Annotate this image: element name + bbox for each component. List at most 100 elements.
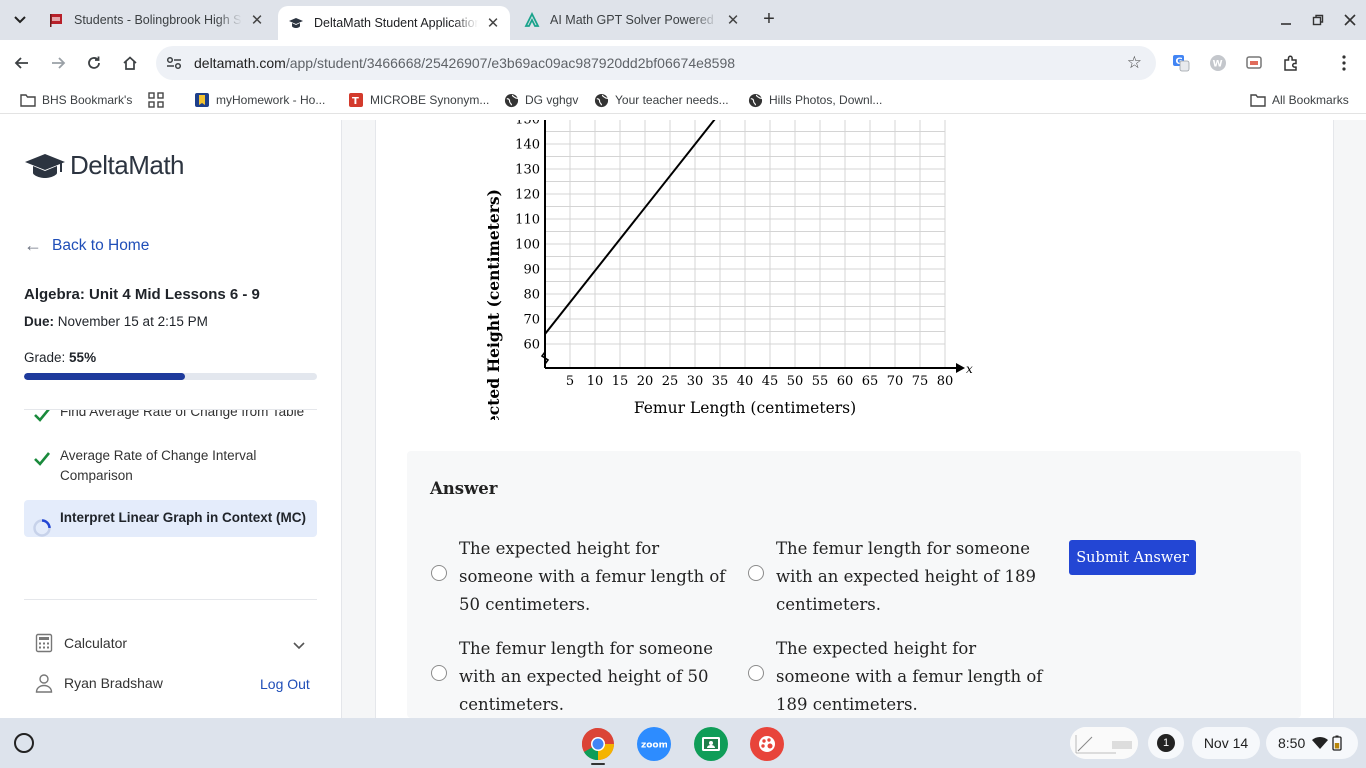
site-info-icon[interactable] [165, 56, 183, 70]
time-text: 8:50 [1278, 735, 1306, 751]
chart-tick-labels: 5 10 15 20 25 30 35 40 45 50 55 60 65 70 75 80 60 70 80 90 1… [515, 120, 953, 389]
y-tick-label: 150 [515, 120, 540, 128]
tab-strip: Students - Bolingbrook High School ✕ Del… [0, 0, 1366, 40]
home-button[interactable] [118, 51, 142, 75]
globe-icon [747, 92, 763, 108]
answer-choice-3[interactable]: The femur length for someone with an exp… [431, 635, 731, 719]
reload-button[interactable] [82, 51, 106, 75]
bookmark-label: myHomework - Ho... [216, 93, 326, 107]
skill-item[interactable]: Find Average Rate of Change from Table [24, 410, 317, 434]
bookmark-hills[interactable]: Hills Photos, Downl... [747, 86, 882, 114]
thesaurus-icon: T [348, 92, 364, 108]
deltamath-logo[interactable]: DeltaMath [24, 150, 185, 181]
calculator-toggle[interactable]: Calculator [34, 633, 127, 653]
x-tick-label: 75 [912, 374, 929, 389]
page: DeltaMath ← Back to Home Algebra: Unit 4… [0, 120, 1366, 718]
more-menu-icon[interactable] [1334, 53, 1354, 73]
answer-choice-4[interactable]: The expected height for someone with a f… [748, 635, 1048, 719]
school-flag-icon [48, 12, 64, 28]
chrome-icon[interactable] [581, 727, 615, 761]
translate-extension-icon[interactable]: G [1171, 53, 1191, 73]
tab-title: Students - Bolingbrook High School [74, 13, 242, 27]
forward-button[interactable] [46, 51, 70, 75]
close-icon[interactable]: ✕ [248, 11, 266, 29]
status-area[interactable]: 8:50 [1266, 727, 1358, 759]
active-app-indicator [591, 763, 605, 765]
classroom-icon[interactable] [694, 727, 728, 761]
os-shelf: zoom 1 Nov 14 8:50 [0, 718, 1366, 768]
x-axis-label: Femur Length (centimeters) [634, 399, 856, 417]
grade-progress-bar [24, 373, 317, 380]
tab-students[interactable]: Students - Bolingbrook High School ✕ [38, 0, 274, 40]
chart-axes [540, 120, 965, 373]
x-tick-label: 35 [712, 374, 729, 389]
answer-choice-2[interactable]: The femur length for someone with an exp… [748, 535, 1048, 619]
close-window-button[interactable] [1338, 8, 1362, 32]
log-out-link[interactable]: Log Out [260, 676, 310, 692]
close-icon[interactable]: ✕ [724, 11, 742, 29]
logo-text: DeltaMath [70, 150, 185, 180]
back-button[interactable] [10, 51, 34, 75]
bookmark-myhomework[interactable]: myHomework - Ho... [194, 86, 325, 114]
notification-count: 1 [1157, 734, 1175, 752]
ai-math-icon [524, 12, 540, 28]
new-tab-button[interactable]: + [758, 9, 780, 31]
tab-title: AI Math GPT Solver Powered by [550, 13, 718, 27]
tab-search-button[interactable] [8, 8, 32, 32]
screen-capture-thumbnail[interactable] [1070, 727, 1138, 759]
skill-item[interactable]: Average Rate of Change Interval Comparis… [24, 434, 317, 500]
date-pill[interactable]: Nov 14 [1192, 727, 1260, 759]
x-axis-variable: x [966, 362, 973, 376]
address-bar[interactable]: deltamath.com/app/student/3466668/254269… [156, 46, 1156, 80]
paint-icon[interactable] [750, 727, 784, 761]
sidebar: DeltaMath ← Back to Home Algebra: Unit 4… [0, 120, 342, 718]
bookmark-bhs[interactable]: BHS Bookmark's [20, 86, 132, 114]
radio-button[interactable] [748, 665, 764, 681]
apps-grid-button[interactable] [148, 86, 170, 114]
minimize-button[interactable] [1274, 8, 1298, 32]
back-to-home-link[interactable]: ← Back to Home [24, 235, 149, 256]
tab-ai-math[interactable]: AI Math GPT Solver Powered by ✕ [514, 0, 750, 40]
x-tick-label: 50 [787, 374, 804, 389]
bookmark-label: BHS Bookmark's [42, 93, 133, 107]
launcher-icon[interactable] [14, 733, 34, 753]
reload-icon [88, 56, 100, 69]
bookmark-star-icon[interactable]: ☆ [1127, 54, 1142, 72]
restore-button[interactable] [1306, 8, 1330, 32]
wifi-icon [1312, 736, 1329, 749]
y-tick-label: 70 [523, 313, 540, 328]
date-text: Nov 14 [1203, 735, 1249, 751]
radio-button[interactable] [431, 665, 447, 681]
bookmark-teacher[interactable]: Your teacher needs... [593, 86, 729, 114]
radio-button[interactable] [431, 565, 447, 581]
skill-item-active[interactable]: Interpret Linear Graph in Context (MC) [24, 500, 317, 537]
choice-text: The femur length for someone with an exp… [776, 539, 1036, 614]
x-tick-label: 10 [587, 374, 604, 389]
bookmark-microbe[interactable]: T MICROBE Synonym... [348, 86, 489, 114]
extension-screen-icon[interactable] [1244, 53, 1264, 73]
extension-w-icon[interactable]: W [1208, 53, 1228, 73]
y-tick-label: 80 [523, 288, 540, 303]
extensions-puzzle-icon[interactable] [1281, 53, 1301, 73]
close-icon[interactable]: ✕ [484, 14, 502, 32]
assignment-title: Algebra: Unit 4 Mid Lessons 6 - 9 [24, 286, 260, 303]
submit-answer-button[interactable]: Submit Answer [1069, 540, 1196, 575]
chevron-down-icon[interactable] [292, 638, 306, 652]
choice-text: The expected height for someone with a f… [776, 639, 1043, 714]
x-tick-label: 55 [812, 374, 829, 389]
all-bookmarks[interactable]: All Bookmarks [1250, 86, 1349, 114]
user-info: Ryan Bradshaw [34, 673, 163, 693]
bookmark-dg[interactable]: DG vghgv [503, 86, 578, 114]
graduation-cap-icon [25, 153, 65, 178]
calculator-label: Calculator [64, 635, 128, 651]
grade-progress-fill [24, 373, 186, 380]
answer-choice-1[interactable]: The expected height for someone with a f… [431, 535, 731, 619]
back-label: Back to Home [52, 236, 150, 254]
x-tick-label: 5 [566, 374, 574, 389]
zoom-icon[interactable]: zoom [637, 727, 671, 761]
tab-deltamath[interactable]: DeltaMath Student Application ✕ [278, 6, 510, 40]
globe-icon [593, 92, 609, 108]
notification-badge[interactable]: 1 [1148, 727, 1184, 759]
bookmark-label: Your teacher needs... [615, 93, 729, 107]
radio-button[interactable] [748, 565, 764, 581]
